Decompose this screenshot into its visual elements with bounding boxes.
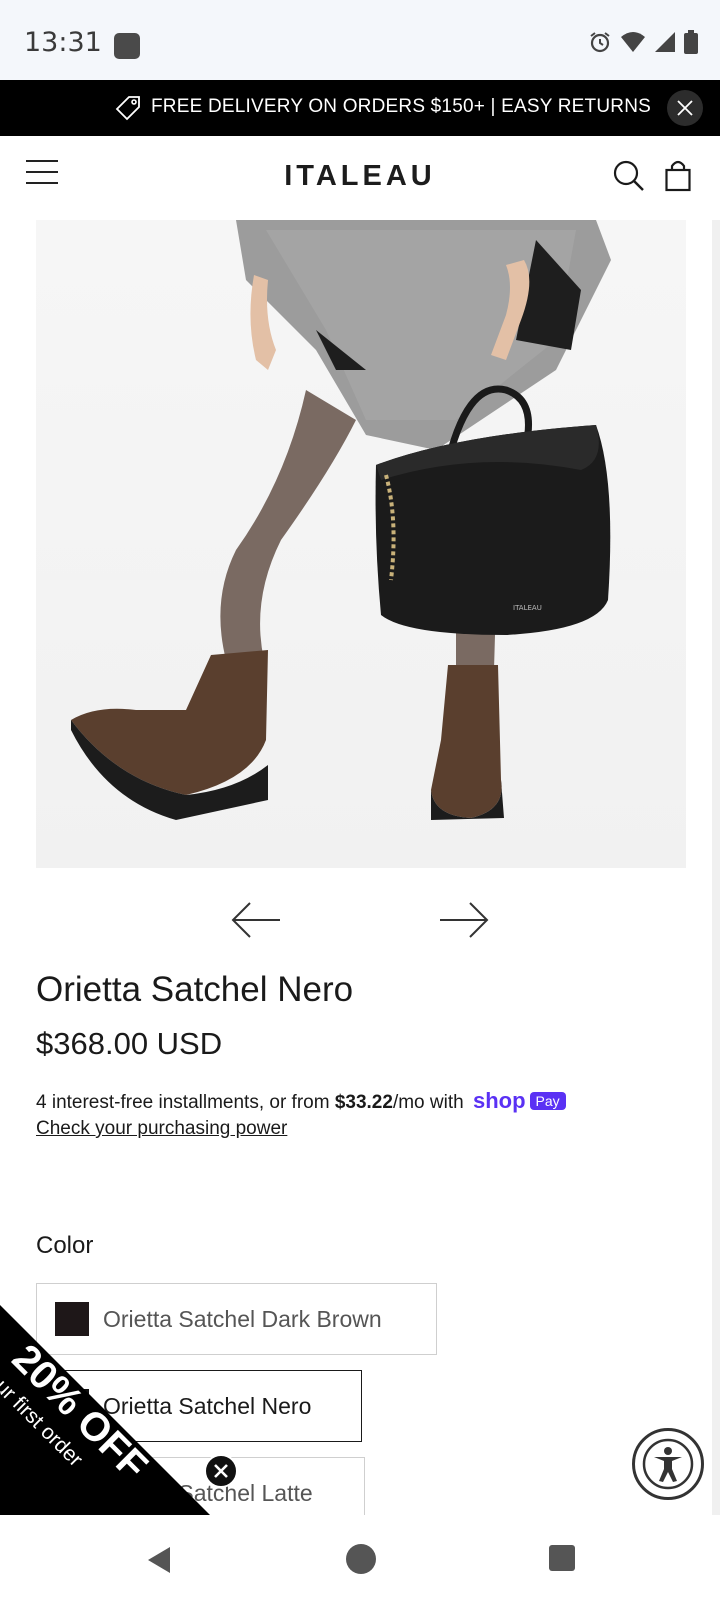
product-title: Orietta Satchel Nero (36, 970, 354, 1009)
installments-amount: $33.22 (334, 1092, 393, 1113)
system-nav-bar (0, 1515, 720, 1600)
promo-bar: FREE DELIVERY ON ORDERS $150+ | EASY RET… (0, 80, 720, 136)
close-icon (677, 100, 693, 116)
back-icon[interactable] (146, 1545, 172, 1575)
shop-pay-logo: shop (472, 1088, 526, 1113)
discount-corner-graphic: 20% OFF Your first order (0, 1305, 210, 1515)
home-icon[interactable] (346, 1544, 376, 1574)
installments-suffix: /mo with (392, 1092, 464, 1113)
status-time: 13:31 (24, 27, 102, 58)
product-price: $368.00 USD (36, 1026, 223, 1061)
arrow-right-icon (440, 902, 489, 938)
promo-text: FREE DELIVERY ON ORDERS $150+ | EASY RET… (151, 96, 651, 117)
shopping-bag-icon (665, 160, 691, 192)
brand-logo[interactable]: ITALEAU (0, 160, 720, 193)
status-bar: 13:31 (0, 0, 720, 80)
previous-image-button[interactable] (230, 900, 282, 944)
price-tag-icon (115, 96, 140, 121)
promo-close-button[interactable] (667, 90, 703, 126)
signal-icon (655, 32, 675, 52)
arrow-left-icon (231, 902, 280, 938)
accessibility-icon (642, 1438, 694, 1490)
app-notification-icon (114, 33, 140, 59)
status-icons (588, 30, 698, 54)
close-icon (214, 1464, 228, 1478)
wifi-icon (621, 32, 645, 52)
search-icon (613, 160, 644, 191)
page-scrollbar[interactable] (712, 220, 720, 1520)
site-header: ITALEAU (0, 136, 720, 220)
cart-button[interactable] (665, 160, 691, 196)
next-image-button[interactable] (438, 900, 490, 944)
discount-popup-corner[interactable]: 20% OFF Your first order (0, 1305, 210, 1515)
search-button[interactable] (613, 160, 645, 196)
check-purchasing-power-link[interactable]: Check your purchasing power (36, 1118, 287, 1140)
alarm-icon (590, 32, 610, 53)
accessibility-button[interactable] (632, 1428, 704, 1500)
product-image[interactable]: ITALEAU (36, 220, 686, 868)
product-photo: ITALEAU (71, 220, 611, 820)
installments-info: 4 interest-free installments, or from $3… (36, 1088, 566, 1114)
bag-brand-label: ITALEAU (513, 604, 542, 612)
shop-pay-badge: Pay (529, 1092, 566, 1110)
color-label: Color (36, 1232, 94, 1259)
recents-icon[interactable] (549, 1545, 575, 1571)
installments-prefix: 4 interest-free installments, or from (36, 1092, 335, 1113)
battery-icon (684, 30, 698, 54)
discount-close-button[interactable] (204, 1454, 238, 1488)
